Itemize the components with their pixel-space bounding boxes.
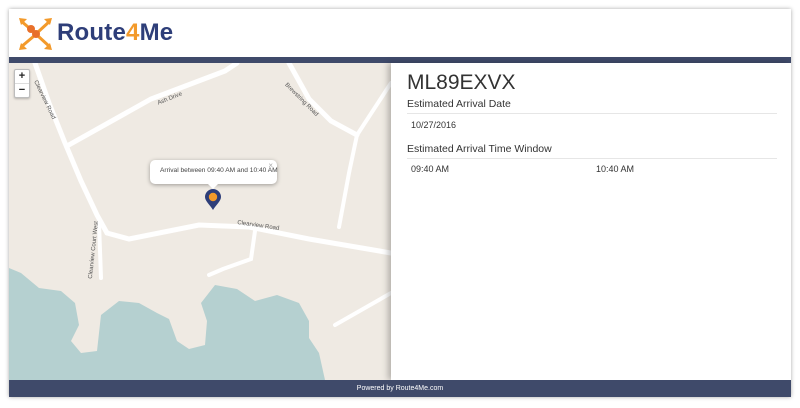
details-panel: ML89EXVX Estimated Arrival Date 10/27/20… xyxy=(391,63,791,380)
popup-text: Arrival between 09:40 AM and 10:40 AM xyxy=(160,167,278,174)
brand-logo[interactable]: Route4Me xyxy=(57,19,173,47)
app-frame: Route4Me + − Ash Drive Clearview Road Br… xyxy=(9,9,791,397)
arrival-date-value: 10/27/2016 xyxy=(411,120,457,130)
brand-name-4: 4 xyxy=(126,19,140,46)
divider xyxy=(407,158,777,159)
header: Route4Me xyxy=(9,9,791,57)
arrival-popup: Arrival between 09:40 AM and 10:40 AM × xyxy=(150,160,278,189)
zoom-control: + − xyxy=(14,69,30,98)
zoom-out-button[interactable]: − xyxy=(15,84,29,97)
zoom-in-button[interactable]: + xyxy=(15,70,29,84)
arrival-date-label: Estimated Arrival Date xyxy=(407,98,511,110)
popup-close-icon[interactable]: × xyxy=(268,161,273,170)
brand-name-route: Route xyxy=(57,19,126,46)
window-start-value: 09:40 AM xyxy=(411,164,450,174)
footer-powered-by[interactable]: Powered by Route4Me.com xyxy=(9,380,791,397)
divider xyxy=(407,113,777,114)
route-arrows-icon xyxy=(17,15,55,53)
brand-name-me: Me xyxy=(139,19,174,46)
window-end-value: 10:40 AM xyxy=(596,164,635,174)
vehicle-id-title: ML89EXVX xyxy=(407,71,516,94)
time-window-label: Estimated Arrival Time Window xyxy=(407,143,552,155)
map-view[interactable]: + − Ash Drive Clearview Road Brewstring … xyxy=(9,63,391,380)
